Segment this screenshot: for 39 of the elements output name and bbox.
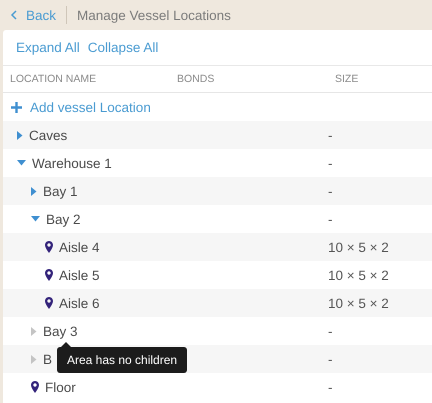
page-title: Manage Vessel Locations (77, 8, 231, 22)
map-pin-icon (31, 381, 39, 393)
plus-icon (11, 102, 22, 112)
size-value: - (328, 156, 334, 170)
column-header: LOCATION NAME (10, 73, 98, 85)
location-name: Aisle 4 (59, 240, 100, 254)
caret-right-icon[interactable] (17, 130, 23, 140)
caret-right-icon[interactable] (31, 186, 37, 196)
table-row[interactable]: Aisle 4 10 × 5 × 2 (3, 233, 432, 261)
location-name: Bay 1 (43, 184, 78, 198)
size-value: - (328, 128, 334, 142)
location-name: Bay 2 (46, 212, 81, 226)
size-value: - (328, 184, 334, 198)
location-name: Aisle 5 (59, 268, 100, 282)
location-name: Caves (29, 128, 68, 142)
column-header: BONDS (177, 73, 216, 85)
location-name: Floor (45, 380, 76, 394)
size-value: - (328, 352, 334, 366)
size-value: - (328, 212, 334, 226)
map-pin-icon (45, 297, 53, 309)
table-row[interactable]: Caves - (3, 121, 432, 149)
size-value: 10 × 5 × 2 (328, 296, 390, 310)
caret-down-icon[interactable] (17, 160, 26, 166)
size-value: 10 × 5 × 2 (328, 240, 390, 254)
location-name: Warehouse 1 (32, 156, 112, 170)
location-name: Aisle 6 (59, 296, 100, 310)
map-pin-icon (45, 241, 53, 253)
location-name: B (43, 352, 52, 366)
caret-down-icon[interactable] (31, 216, 40, 222)
size-value: - (328, 324, 334, 338)
map-pin-icon (45, 269, 53, 281)
chevron-left-icon (10, 10, 17, 20)
table-row[interactable]: Aisle 6 10 × 5 × 2 (3, 289, 432, 317)
tooltip-text: Area has no children (67, 353, 178, 367)
column-header: SIZE (335, 73, 360, 85)
size-value: 10 × 5 × 2 (328, 268, 390, 282)
location-name: Bay 3 (43, 324, 78, 338)
size-value: - (328, 380, 334, 394)
table-row[interactable]: Bay 1 - (3, 177, 432, 205)
